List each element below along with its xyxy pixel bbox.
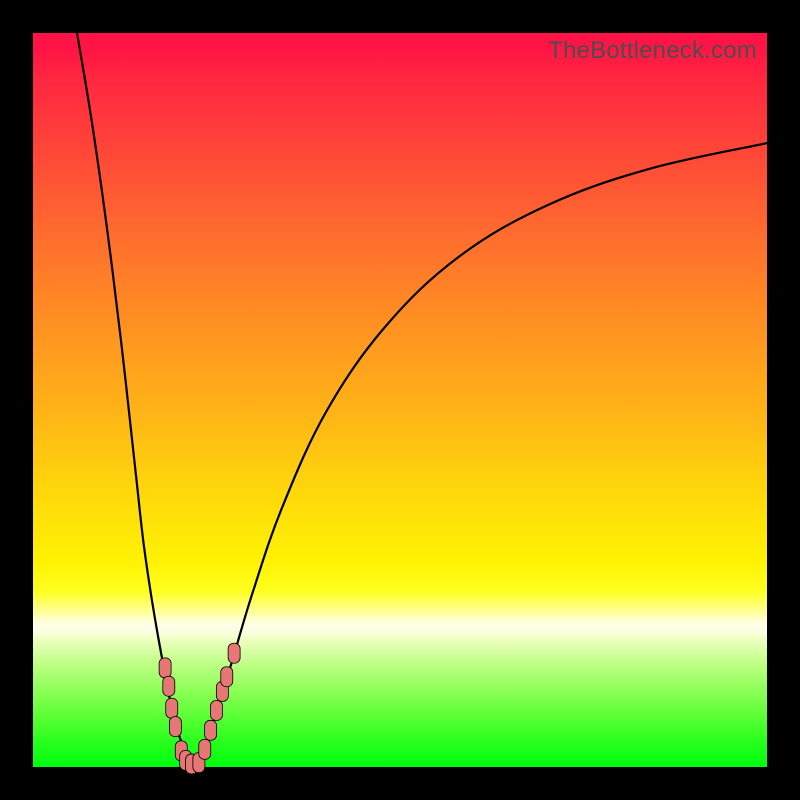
data-marker xyxy=(228,643,240,663)
data-marker xyxy=(211,700,223,720)
data-marker xyxy=(169,717,181,737)
marker-group xyxy=(159,643,240,774)
chart-frame: TheBottleneck.com xyxy=(0,0,800,800)
data-marker xyxy=(205,720,217,740)
curves-svg xyxy=(33,33,767,767)
plot-area: TheBottleneck.com xyxy=(33,33,767,767)
data-marker xyxy=(163,676,175,696)
data-marker xyxy=(221,667,233,687)
curve-right-branch xyxy=(198,143,767,764)
data-marker xyxy=(159,658,171,678)
curve-left-branch xyxy=(77,33,193,764)
data-marker xyxy=(199,739,211,759)
data-marker xyxy=(166,698,178,718)
